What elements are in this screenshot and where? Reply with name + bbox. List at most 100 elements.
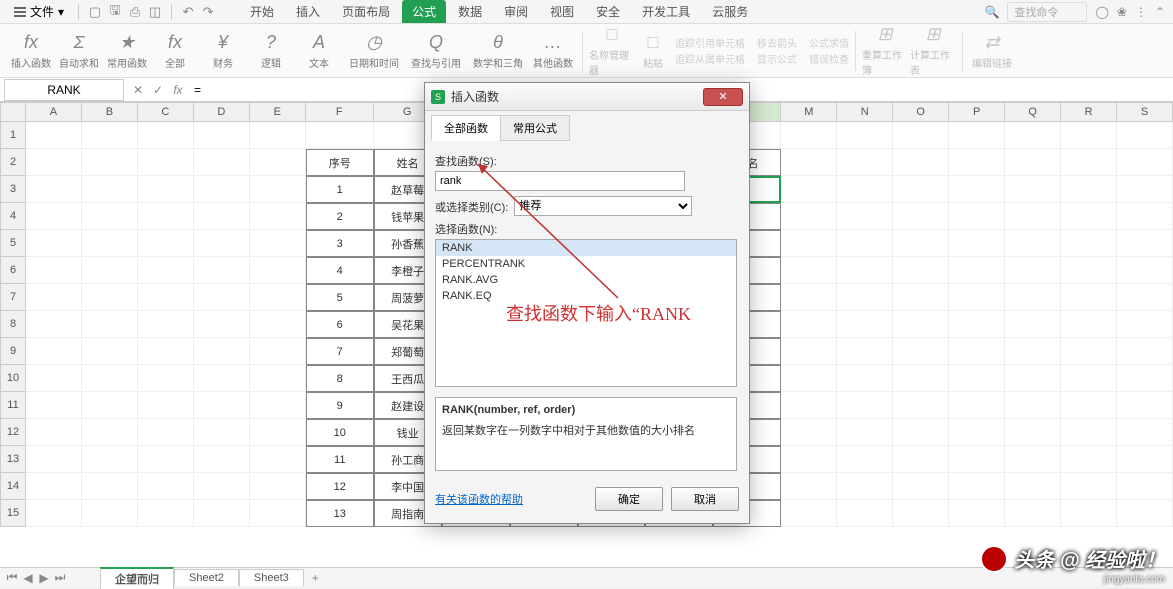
col-header[interactable]: M [781, 102, 837, 122]
cell[interactable] [949, 500, 1005, 527]
cell[interactable] [1117, 230, 1173, 257]
tab-view[interactable]: 视图 [540, 0, 584, 23]
cell[interactable] [82, 203, 138, 230]
cell[interactable] [949, 230, 1005, 257]
col-header[interactable]: F [306, 102, 374, 122]
list-item[interactable]: PERCENTRANK [436, 256, 736, 272]
file-menu[interactable]: 文件▾ [8, 1, 70, 22]
cell[interactable] [1005, 392, 1061, 419]
cell[interactable] [250, 284, 306, 311]
row-header[interactable]: 7 [0, 284, 26, 311]
col-header[interactable]: P [949, 102, 1005, 122]
cell[interactable] [893, 149, 949, 176]
cell[interactable]: 9 [306, 392, 374, 419]
cell[interactable] [194, 149, 250, 176]
cell[interactable] [781, 149, 837, 176]
cell[interactable] [781, 473, 837, 500]
cell[interactable] [250, 149, 306, 176]
add-sheet-button[interactable]: + [304, 571, 327, 585]
cell[interactable] [1061, 176, 1117, 203]
cell[interactable] [26, 500, 82, 527]
tab-start[interactable]: 开始 [240, 0, 284, 23]
cell[interactable] [1061, 122, 1117, 149]
cell[interactable] [1005, 311, 1061, 338]
cell[interactable] [1117, 392, 1173, 419]
cell[interactable] [82, 338, 138, 365]
cell[interactable] [837, 203, 893, 230]
other-fn-button[interactable]: …其他函数 [530, 27, 576, 75]
cell[interactable] [837, 311, 893, 338]
cell[interactable] [194, 338, 250, 365]
cell[interactable] [138, 473, 194, 500]
cell[interactable] [949, 149, 1005, 176]
math-button[interactable]: θ数学和三角 [468, 27, 528, 75]
cell[interactable] [1061, 257, 1117, 284]
cell[interactable]: 8 [306, 365, 374, 392]
tab-formula[interactable]: 公式 [402, 0, 446, 23]
close-button[interactable]: ✕ [703, 88, 743, 106]
sheet-nav-prev-icon[interactable]: ◀ [20, 571, 36, 585]
cell[interactable] [781, 392, 837, 419]
preview-icon[interactable]: ◫ [147, 4, 163, 20]
cell[interactable] [26, 419, 82, 446]
cell[interactable] [893, 311, 949, 338]
cell[interactable] [1117, 500, 1173, 527]
cell[interactable] [82, 284, 138, 311]
cell[interactable] [250, 500, 306, 527]
logic-button[interactable]: ?逻辑 [248, 27, 294, 75]
cell[interactable] [781, 365, 837, 392]
cell[interactable] [1117, 311, 1173, 338]
col-header[interactable]: D [194, 102, 250, 122]
cell[interactable] [26, 203, 82, 230]
cell[interactable] [1005, 176, 1061, 203]
cell[interactable] [138, 203, 194, 230]
col-header[interactable]: N [837, 102, 893, 122]
cell[interactable] [138, 365, 194, 392]
cell[interactable] [1005, 365, 1061, 392]
search-input[interactable] [435, 171, 685, 191]
cell[interactable] [1061, 419, 1117, 446]
cell[interactable] [837, 500, 893, 527]
cell[interactable] [194, 473, 250, 500]
cell[interactable] [837, 365, 893, 392]
cell[interactable] [250, 230, 306, 257]
cell[interactable] [1117, 122, 1173, 149]
cell[interactable] [1117, 284, 1173, 311]
cell[interactable] [250, 365, 306, 392]
cell[interactable]: 2 [306, 203, 374, 230]
min-icon[interactable]: ⋮ [1135, 5, 1147, 19]
cell[interactable] [194, 500, 250, 527]
cell[interactable] [837, 392, 893, 419]
cancel-button[interactable]: 取消 [671, 487, 739, 511]
cell[interactable] [82, 122, 138, 149]
col-header[interactable]: B [82, 102, 138, 122]
cell[interactable] [893, 284, 949, 311]
row-header[interactable]: 15 [0, 500, 26, 527]
cell[interactable] [1005, 419, 1061, 446]
cell[interactable] [250, 473, 306, 500]
row-header[interactable]: 9 [0, 338, 26, 365]
cell[interactable] [893, 203, 949, 230]
cell[interactable] [1061, 392, 1117, 419]
cell[interactable] [893, 338, 949, 365]
row-header[interactable]: 10 [0, 365, 26, 392]
cell[interactable] [82, 419, 138, 446]
cell[interactable] [138, 392, 194, 419]
cell[interactable] [138, 500, 194, 527]
cell[interactable] [1117, 203, 1173, 230]
cell[interactable]: 12 [306, 473, 374, 500]
cell[interactable] [1005, 473, 1061, 500]
print-icon[interactable]: ⎙ [127, 4, 143, 20]
cell[interactable] [781, 338, 837, 365]
cell[interactable] [893, 419, 949, 446]
cell[interactable] [893, 446, 949, 473]
accept-formula-icon[interactable]: ✓ [148, 83, 168, 97]
cell[interactable] [250, 203, 306, 230]
cell[interactable] [781, 311, 837, 338]
cell[interactable] [138, 230, 194, 257]
help-icon[interactable]: ◯ [1095, 5, 1108, 19]
cell[interactable] [138, 446, 194, 473]
all-fn-button[interactable]: fx全部 [152, 27, 198, 75]
sheet-nav-next-icon[interactable]: ▶ [36, 571, 52, 585]
skin-icon[interactable]: ❀ [1117, 5, 1127, 19]
